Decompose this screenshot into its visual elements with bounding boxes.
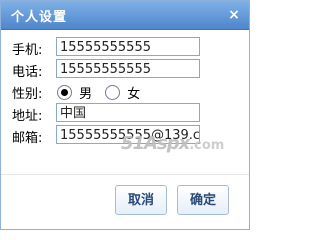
phone-input[interactable]: 15555555555 [56,37,200,56]
tel-label: 电话: [12,65,43,80]
cancel-button[interactable]: 取消 [115,185,167,215]
footer-separator [1,174,249,175]
address-row: 地址: 中国 [12,103,242,124]
watermark-suffix: .com [189,138,225,153]
tel-row: 电话: 15555555555 [12,59,242,80]
phone-row: 手机: 15555555555 [12,37,242,58]
gender-row: 性别: 男 女 [12,81,242,102]
tel-input[interactable]: 15555555555 [56,59,200,78]
gender-female-label[interactable]: 女 [127,83,140,102]
gender-female-radio[interactable] [105,85,121,100]
settings-dialog: 个人设置 × 手机: 15555555555 电话: 15555555555 性… [0,0,250,230]
phone-label: 手机: [12,43,43,58]
dialog-title: 个人设置 [11,10,68,25]
address-input[interactable]: 中国 [56,103,200,122]
gender-radio-group: 男 女 [57,82,148,102]
watermark-logo: 51Aspx.com [121,133,241,154]
address-label: 地址: [12,109,43,124]
gender-male-radio[interactable] [57,85,72,100]
gender-male-label[interactable]: 男 [79,83,92,102]
dialog-title-bar[interactable]: 个人设置 × [1,1,249,30]
ok-button[interactable]: 确定 [177,185,229,215]
settings-form: 手机: 15555555555 电话: 15555555555 性别: 男 女 … [12,37,242,147]
close-icon[interactable]: × [227,8,241,22]
watermark-main: 51Aspx [121,133,190,154]
email-label: 邮箱: [12,131,43,146]
gender-label: 性别: [12,87,43,102]
